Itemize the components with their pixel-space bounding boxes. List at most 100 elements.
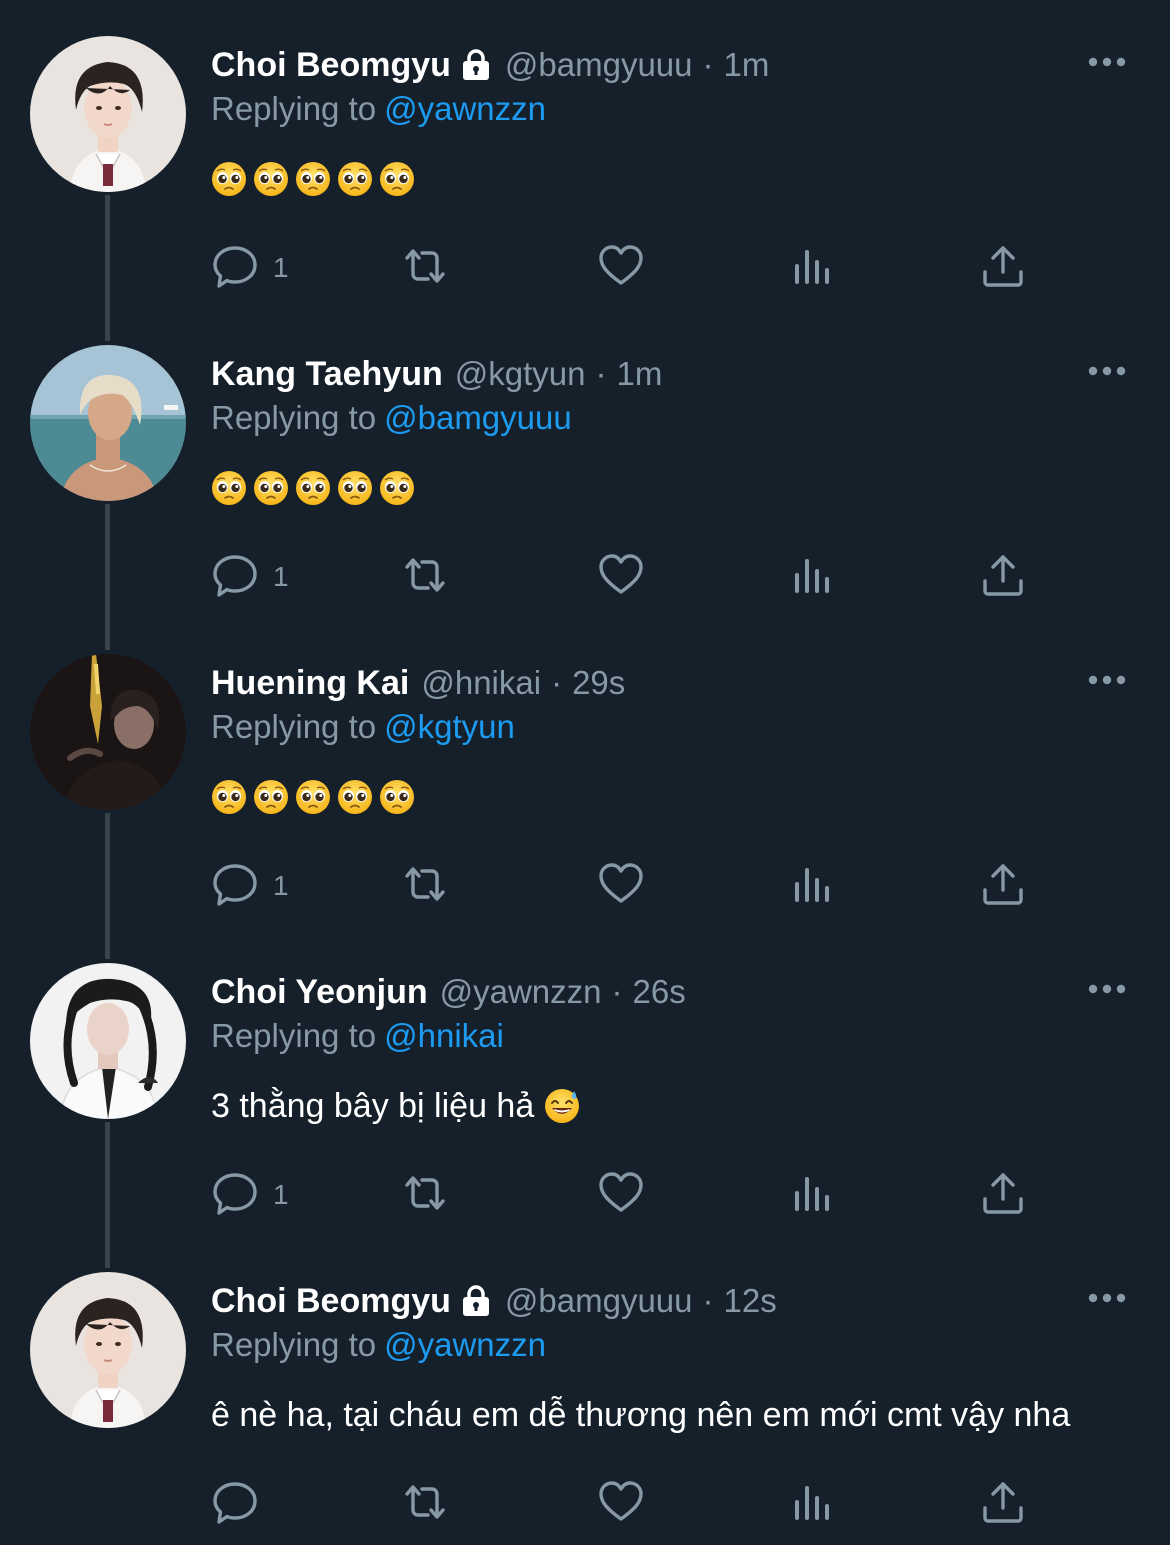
- heart-icon: [597, 242, 645, 295]
- analytics-icon: [789, 551, 837, 604]
- heart-icon: [597, 551, 645, 604]
- more-options-icon[interactable]: [1086, 363, 1128, 379]
- avatar[interactable]: [30, 345, 186, 501]
- more-options-icon[interactable]: [1086, 672, 1128, 688]
- avatar[interactable]: [30, 1272, 186, 1428]
- avatar[interactable]: [30, 654, 186, 810]
- more-options-icon[interactable]: [1086, 54, 1128, 70]
- views-button[interactable]: [789, 244, 837, 292]
- separator-dot: ·: [702, 46, 714, 83]
- username-handle[interactable]: @bamgyuuu: [505, 1282, 693, 1320]
- display-name[interactable]: Huening Kai: [211, 664, 409, 703]
- reply-button[interactable]: 1: [211, 553, 289, 601]
- lock-icon: [459, 1284, 493, 1318]
- username-handle[interactable]: @yawnzzn: [440, 973, 602, 1011]
- reply-icon: [211, 242, 259, 295]
- avatar[interactable]: [30, 963, 186, 1119]
- timestamp[interactable]: 1m: [616, 355, 662, 393]
- share-icon: [979, 551, 1027, 604]
- display-name[interactable]: Choi Yeonjun: [211, 973, 428, 1012]
- tweet-text-content: ê nè ha, tại cháu em dễ thương nên em mớ…: [211, 1395, 1071, 1434]
- separator-dot: ·: [702, 1282, 714, 1319]
- retweet-button[interactable]: [401, 553, 449, 601]
- heart-icon: [597, 1478, 645, 1531]
- tweet[interactable]: Choi Beomgyu @bamgyuuu · 12s Replying to @yaw…: [0, 1236, 1170, 1545]
- timestamp[interactable]: 26s: [633, 973, 686, 1011]
- reply-button[interactable]: 1: [211, 1171, 289, 1219]
- timestamp[interactable]: 29s: [572, 664, 625, 702]
- pleading-face-emoji: [211, 161, 247, 197]
- share-icon: [979, 860, 1027, 913]
- timestamp[interactable]: 12s: [724, 1282, 777, 1320]
- reply-button[interactable]: [211, 1480, 259, 1528]
- tweet-actions-bar: [211, 1480, 1041, 1528]
- pleading-face-emoji: [211, 470, 247, 506]
- replying-to-label: Replying to: [211, 399, 377, 436]
- replying-to-handle-link[interactable]: @yawnzzn: [384, 1326, 546, 1363]
- like-button[interactable]: [597, 553, 645, 601]
- display-name[interactable]: Kang Taehyun: [211, 355, 443, 394]
- like-button[interactable]: [597, 1171, 645, 1219]
- share-button[interactable]: [979, 1480, 1027, 1528]
- replying-to-label: Replying to: [211, 90, 377, 127]
- views-button[interactable]: [789, 553, 837, 601]
- replying-to-line: Replying to @yawnzzn: [211, 90, 546, 128]
- retweet-button[interactable]: [401, 1480, 449, 1528]
- retweet-button[interactable]: [401, 1171, 449, 1219]
- more-options-icon[interactable]: [1086, 981, 1128, 997]
- retweet-icon: [401, 860, 449, 913]
- reply-count: 1: [273, 561, 289, 592]
- replying-to-line: Replying to @bamgyuuu: [211, 399, 572, 437]
- views-button[interactable]: [789, 862, 837, 910]
- username-handle[interactable]: @hnikai: [421, 664, 541, 702]
- reply-icon: [211, 551, 259, 604]
- replying-to-label: Replying to: [211, 1017, 377, 1054]
- analytics-icon: [789, 1169, 837, 1222]
- replying-to-label: Replying to: [211, 1326, 377, 1363]
- replying-to-handle-link[interactable]: @kgtyun: [384, 708, 515, 745]
- tweet-header: Huening Kai @hnikai · 29s: [211, 660, 625, 706]
- tweet-header: Kang Taehyun @kgtyun · 1m: [211, 351, 662, 397]
- username-handle[interactable]: @kgtyun: [455, 355, 586, 393]
- replying-to-line: Replying to @hnikai: [211, 1017, 504, 1055]
- analytics-icon: [789, 1478, 837, 1531]
- separator-dot: ·: [611, 973, 623, 1010]
- pleading-face-emoji: [295, 779, 331, 815]
- tweet-actions-bar: 1: [211, 1171, 1041, 1219]
- retweet-button[interactable]: [401, 244, 449, 292]
- tweet[interactable]: Kang Taehyun @kgtyun · 1m Replying to @bamgyu…: [0, 309, 1170, 650]
- pleading-face-emoji: [211, 779, 247, 815]
- timestamp[interactable]: 1m: [724, 46, 770, 84]
- avatar[interactable]: [30, 36, 186, 192]
- share-icon: [979, 1478, 1027, 1531]
- like-button[interactable]: [597, 1480, 645, 1528]
- replying-to-handle-link[interactable]: @yawnzzn: [384, 90, 546, 127]
- pleading-face-emoji: [295, 161, 331, 197]
- like-button[interactable]: [597, 862, 645, 910]
- retweet-icon: [401, 242, 449, 295]
- reply-button[interactable]: 1: [211, 862, 289, 910]
- share-button[interactable]: [979, 553, 1027, 601]
- tweet-actions-bar: 1: [211, 862, 1041, 910]
- tweet[interactable]: Choi Beomgyu @bamgyuuu · 1m Replying to @yawn…: [0, 0, 1170, 341]
- share-button[interactable]: [979, 862, 1027, 910]
- replying-to-handle-link[interactable]: @hnikai: [384, 1017, 504, 1054]
- display-name[interactable]: Choi Beomgyu: [211, 46, 451, 85]
- pleading-face-emoji: [379, 779, 415, 815]
- share-button[interactable]: [979, 1171, 1027, 1219]
- grinning-sweat-emoji: [544, 1088, 580, 1124]
- tweet-text: ê nè ha, tại cháu em dễ thương nên em mớ…: [211, 1392, 1070, 1438]
- share-button[interactable]: [979, 244, 1027, 292]
- views-button[interactable]: [789, 1171, 837, 1219]
- tweet-text: [211, 465, 421, 511]
- tweet[interactable]: Huening Kai @hnikai · 29s Replying to @kgtyun…: [0, 618, 1170, 959]
- more-options-icon[interactable]: [1086, 1290, 1128, 1306]
- tweet[interactable]: Choi Yeonjun @yawnzzn · 26s Replying to @hnik…: [0, 927, 1170, 1268]
- views-button[interactable]: [789, 1480, 837, 1528]
- display-name[interactable]: Choi Beomgyu: [211, 1282, 451, 1321]
- like-button[interactable]: [597, 244, 645, 292]
- reply-button[interactable]: 1: [211, 244, 289, 292]
- replying-to-handle-link[interactable]: @bamgyuuu: [384, 399, 572, 436]
- username-handle[interactable]: @bamgyuuu: [505, 46, 693, 84]
- retweet-button[interactable]: [401, 862, 449, 910]
